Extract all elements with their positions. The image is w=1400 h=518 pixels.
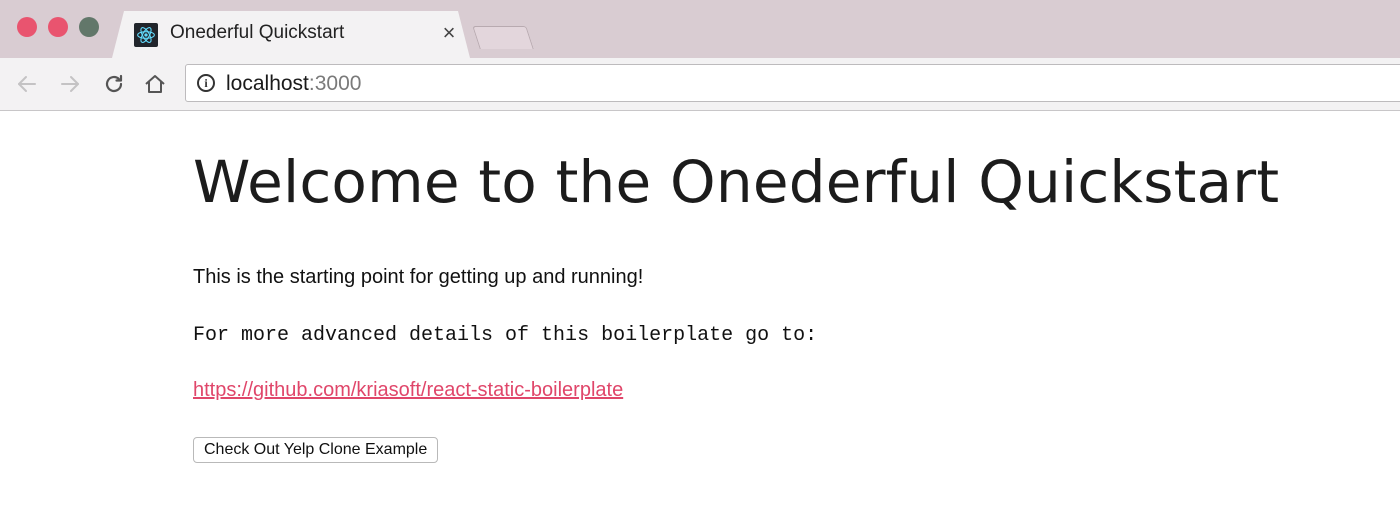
browser-titlebar: Onederful Quickstart × (0, 0, 1400, 58)
reload-icon[interactable] (99, 69, 129, 99)
yelp-clone-example-button[interactable]: Check Out Yelp Clone Example (193, 437, 439, 463)
url-port: :3000 (308, 72, 362, 95)
new-tab-button[interactable] (472, 26, 534, 49)
forward-arrow-icon[interactable] (55, 69, 85, 99)
intro-text: This is the starting point for getting u… (193, 266, 644, 288)
tab-close-icon[interactable]: × (438, 21, 460, 45)
react-atom-icon (134, 23, 158, 47)
address-bar[interactable]: i localhost:3000 (185, 64, 1400, 102)
back-arrow-icon[interactable] (12, 69, 42, 99)
browser-tab-active[interactable]: Onederful Quickstart × (112, 11, 470, 58)
page-title: Welcome to the Onederful Quickstart (193, 148, 1280, 216)
window-close-button[interactable] (17, 17, 37, 37)
tab-title: Onederful Quickstart (170, 22, 345, 43)
window-maximize-button[interactable] (79, 17, 99, 37)
home-icon[interactable] (140, 69, 170, 99)
url-host: localhost (226, 72, 309, 95)
info-icon[interactable]: i (197, 74, 215, 92)
repo-link[interactable]: https://github.com/kriasoft/react-static… (193, 379, 623, 402)
details-text: For more advanced details of this boiler… (193, 324, 818, 347)
browser-toolbar: i localhost:3000 (0, 58, 1400, 111)
address-url: localhost:3000 (226, 72, 361, 96)
window-minimize-button[interactable] (48, 17, 68, 37)
